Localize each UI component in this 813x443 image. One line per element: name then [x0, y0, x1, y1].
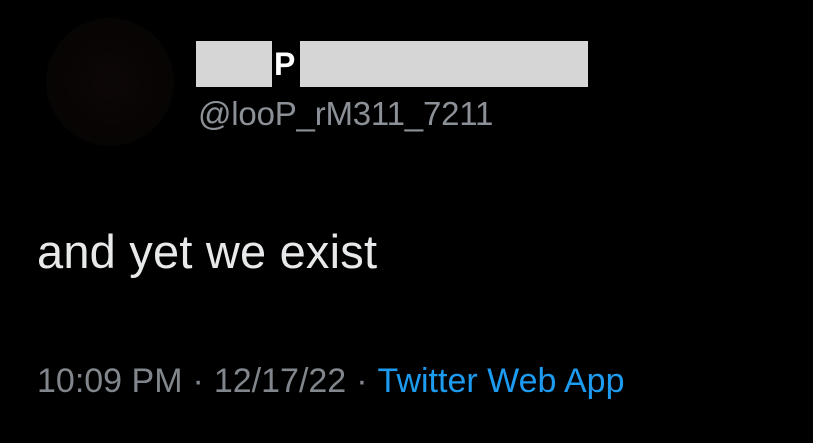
- tweet-metadata: 10:09 PM · 12/17/22 · Twitter Web App: [37, 358, 624, 404]
- tweet-text: and yet we exist: [37, 225, 378, 278]
- separator: ·: [356, 362, 368, 400]
- tweet-source-link[interactable]: Twitter Web App: [378, 362, 625, 400]
- tweet-date[interactable]: 12/17/22: [214, 362, 346, 400]
- tweet-time[interactable]: 10:09 PM: [37, 362, 183, 400]
- avatar[interactable]: [46, 18, 174, 146]
- display-name-visible-letter: P: [274, 46, 296, 82]
- tweet-card: P @looP_rM311_7211 and yet we exist 10:0…: [0, 0, 813, 443]
- separator: ·: [192, 362, 204, 400]
- redaction-box: [300, 41, 588, 87]
- author-display-name[interactable]: P: [196, 41, 588, 87]
- redaction-box: [196, 41, 272, 87]
- author-handle[interactable]: @looP_rM311_7211: [198, 92, 493, 136]
